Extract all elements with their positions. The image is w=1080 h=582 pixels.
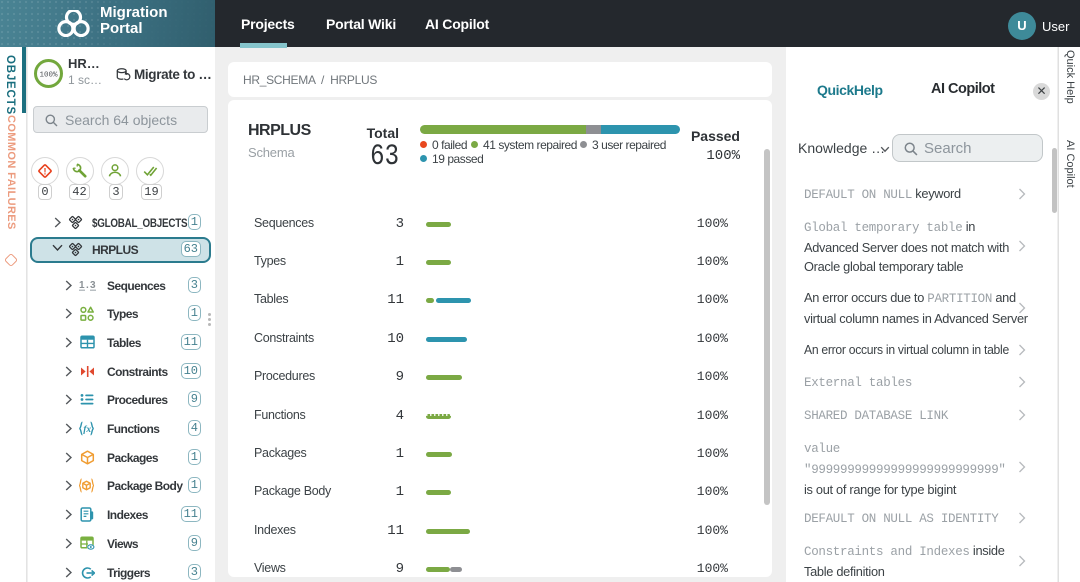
svg-text:1: 1 [79, 280, 85, 291]
svg-text:.: . [86, 280, 89, 291]
svg-text:fx: fx [83, 425, 91, 435]
svg-text:3: 3 [90, 280, 96, 291]
svg-text:100%: 100% [39, 72, 58, 80]
svg-text:!: ! [44, 166, 47, 176]
